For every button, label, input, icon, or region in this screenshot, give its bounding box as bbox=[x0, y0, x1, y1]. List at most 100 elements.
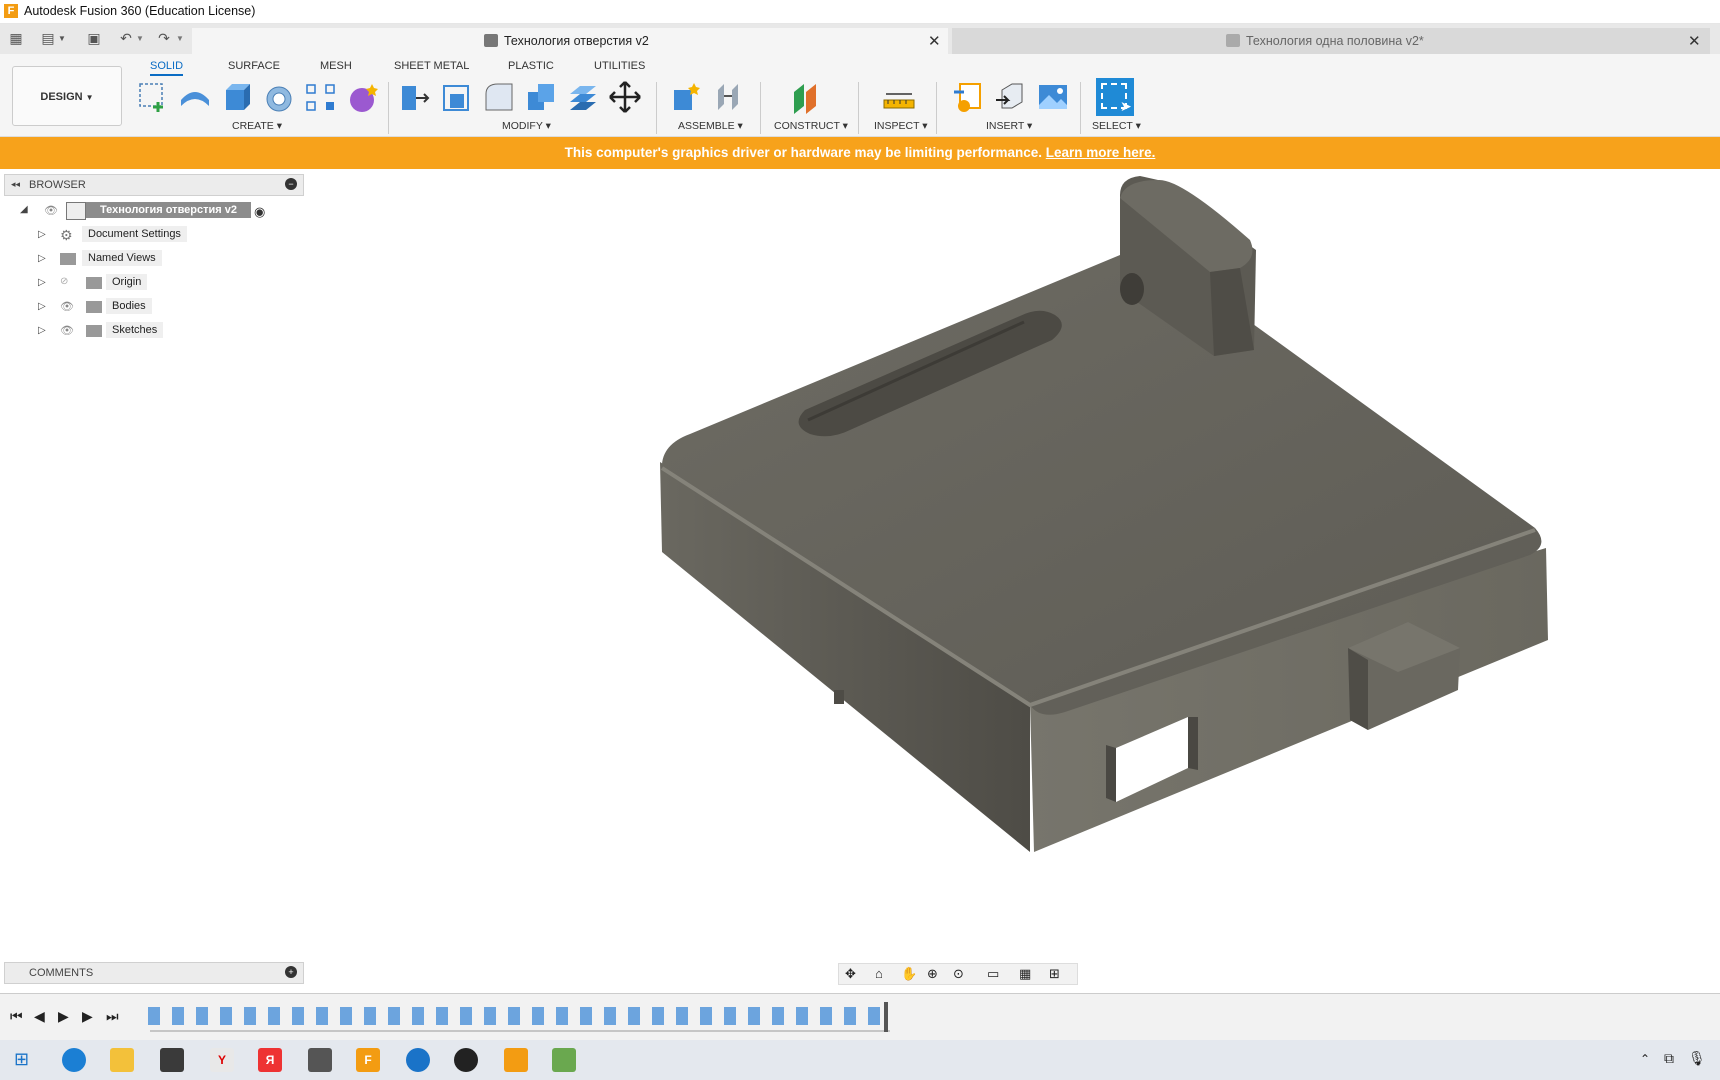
tab-solid[interactable]: SOLID bbox=[150, 60, 184, 76]
grid-settings-icon[interactable]: ▦ bbox=[1019, 966, 1031, 982]
tab-plastic[interactable]: PLASTIC bbox=[508, 60, 554, 72]
measure-icon[interactable] bbox=[882, 80, 916, 114]
redo-icon[interactable]: ↷ bbox=[156, 30, 172, 46]
tab-surface[interactable]: SURFACE bbox=[228, 60, 280, 72]
tab-sheet-metal[interactable]: SHEET METAL bbox=[394, 60, 469, 72]
tree-item-document-settings[interactable]: ▷ ⚙ Document Settings bbox=[38, 226, 238, 246]
expand-triangle-icon[interactable]: ▷ bbox=[38, 325, 46, 336]
file-menu-icon[interactable]: ▤ bbox=[40, 30, 56, 46]
collapse-panel-icon[interactable]: ◂◂ bbox=[11, 179, 20, 190]
tab-active-document[interactable]: Технология отверстия v2 ✕ bbox=[192, 28, 948, 54]
go-to-start-icon[interactable]: ⏮ bbox=[10, 1008, 23, 1025]
browser-root-row[interactable]: ◢ 👁 Технология отверстия v2 ◉ bbox=[18, 202, 278, 222]
look-at-icon[interactable]: ⌂ bbox=[875, 966, 883, 981]
viewports-icon[interactable]: ⊞ bbox=[1049, 966, 1060, 982]
redo-dropdown-chevron-icon[interactable]: ▼ bbox=[176, 34, 184, 43]
group-insert[interactable]: INSERT ▾ bbox=[986, 120, 1032, 132]
group-create[interactable]: CREATE ▾ bbox=[232, 120, 282, 132]
step-back-icon[interactable]: ◀ bbox=[34, 1008, 45, 1025]
undo-icon[interactable]: ↶ bbox=[118, 30, 134, 46]
tree-item-sketches[interactable]: ▷ 👁 Sketches bbox=[38, 322, 238, 342]
create-base-feature-icon[interactable] bbox=[346, 80, 380, 114]
fit-icon[interactable]: ⊙ bbox=[953, 966, 964, 982]
tree-item-bodies[interactable]: ▷ 👁 Bodies bbox=[38, 298, 238, 318]
expand-triangle-icon[interactable]: ◢ bbox=[20, 204, 28, 215]
undo-dropdown-chevron-icon[interactable]: ▼ bbox=[136, 34, 144, 43]
tree-item-origin[interactable]: ▷ ⊘ Origin bbox=[38, 274, 238, 294]
file-dropdown-chevron-icon[interactable]: ▼ bbox=[58, 34, 66, 43]
timeline-features[interactable] bbox=[148, 1007, 888, 1025]
3d-viewport[interactable] bbox=[0, 169, 1720, 992]
pan-hand-icon[interactable]: ✋ bbox=[901, 966, 917, 982]
insert-mesh-icon[interactable] bbox=[994, 80, 1028, 114]
chart-app-icon[interactable] bbox=[552, 1048, 576, 1072]
go-to-end-icon[interactable]: ⏭ bbox=[106, 1008, 119, 1025]
hidden-eye-icon[interactable]: ⊘ bbox=[60, 276, 68, 287]
revolve-icon[interactable] bbox=[262, 80, 296, 114]
fusion360-taskbar-icon[interactable]: F bbox=[356, 1048, 380, 1072]
expand-triangle-icon[interactable]: ▷ bbox=[38, 253, 46, 264]
create-sketch-icon[interactable] bbox=[136, 80, 170, 114]
save-icon[interactable]: ▣ bbox=[86, 30, 102, 46]
tab-utilities[interactable]: UTILITIES bbox=[594, 60, 645, 72]
onedrive-icon[interactable] bbox=[406, 1048, 430, 1072]
new-component-icon[interactable] bbox=[670, 80, 704, 114]
move-copy-icon[interactable] bbox=[608, 80, 642, 114]
browser-panel-header[interactable]: ◂◂ BROWSER − bbox=[4, 174, 304, 196]
insert-derive-icon[interactable] bbox=[952, 80, 986, 114]
yandex-browser-icon[interactable]: Y bbox=[210, 1048, 234, 1072]
mail-icon[interactable] bbox=[160, 1048, 184, 1072]
press-pull-icon[interactable] bbox=[398, 80, 432, 114]
file-explorer-icon[interactable] bbox=[110, 1048, 134, 1072]
add-comment-icon[interactable]: + bbox=[285, 966, 297, 978]
visibility-eye-icon[interactable]: 👁 bbox=[44, 204, 58, 217]
tray-microphone-icon[interactable]: 🎙 bbox=[1688, 1050, 1706, 1067]
fillet-icon[interactable] bbox=[482, 80, 516, 114]
tab-mesh[interactable]: MESH bbox=[320, 60, 352, 72]
offset-face-icon[interactable] bbox=[566, 80, 600, 114]
expand-triangle-icon[interactable]: ▷ bbox=[38, 229, 46, 240]
tab-inactive-document[interactable]: Технология одна половина v2* ✕ bbox=[952, 28, 1710, 54]
joint-icon[interactable] bbox=[712, 80, 746, 114]
activate-radio-icon[interactable]: ◉ bbox=[254, 204, 265, 220]
group-modify[interactable]: MODIFY ▾ bbox=[502, 120, 551, 132]
timeline-marker[interactable] bbox=[884, 1002, 888, 1032]
close-tab-icon[interactable]: ✕ bbox=[928, 32, 941, 50]
calculator-icon[interactable] bbox=[308, 1048, 332, 1072]
offset-plane-icon[interactable] bbox=[790, 80, 824, 114]
expand-triangle-icon[interactable]: ▷ bbox=[38, 277, 46, 288]
group-assemble[interactable]: ASSEMBLE ▾ bbox=[678, 120, 743, 132]
obs-icon[interactable] bbox=[454, 1048, 478, 1072]
app-grid-icon[interactable]: ▦ bbox=[8, 30, 24, 46]
select-tool-icon[interactable]: ➤ bbox=[1096, 78, 1134, 116]
visibility-eye-icon[interactable]: 👁 bbox=[60, 300, 74, 313]
group-select[interactable]: SELECT ▾ bbox=[1092, 120, 1141, 132]
combine-icon[interactable] bbox=[524, 80, 558, 114]
zoom-icon[interactable]: ⊕ bbox=[927, 966, 938, 982]
shell-icon[interactable] bbox=[440, 80, 474, 114]
windows-start-icon[interactable]: ⊞ bbox=[14, 1049, 29, 1070]
comments-panel-header[interactable]: COMMENTS + bbox=[4, 962, 304, 984]
step-forward-icon[interactable]: ▶ bbox=[82, 1008, 93, 1025]
display-settings-icon[interactable]: ▭ bbox=[987, 966, 999, 982]
group-construct[interactable]: CONSTRUCT ▾ bbox=[774, 120, 848, 132]
pdf-app-icon[interactable] bbox=[504, 1048, 528, 1072]
learn-more-link[interactable]: Learn more here. bbox=[1046, 145, 1156, 160]
model-render[interactable] bbox=[0, 169, 1720, 992]
pattern-icon[interactable] bbox=[304, 80, 338, 114]
expand-triangle-icon[interactable]: ▷ bbox=[38, 301, 46, 312]
minimize-panel-icon[interactable]: − bbox=[285, 178, 297, 190]
create-form-icon[interactable] bbox=[178, 80, 212, 114]
workspace-switcher-button[interactable]: DESIGN ▼ bbox=[12, 66, 122, 126]
tray-chevron-up-icon[interactable]: ⌃ bbox=[1640, 1052, 1650, 1066]
yandex-icon[interactable]: Я bbox=[258, 1048, 282, 1072]
extrude-icon[interactable] bbox=[220, 80, 254, 114]
insert-canvas-icon[interactable] bbox=[1036, 80, 1070, 114]
tree-item-named-views[interactable]: ▷ Named Views bbox=[38, 250, 238, 270]
group-inspect[interactable]: INSPECT ▾ bbox=[874, 120, 928, 132]
close-tab-icon[interactable]: ✕ bbox=[1688, 32, 1701, 50]
edge-browser-icon[interactable] bbox=[62, 1048, 86, 1072]
visibility-eye-icon[interactable]: 👁 bbox=[60, 324, 74, 337]
play-icon[interactable]: ▶ bbox=[58, 1008, 69, 1025]
tray-camera-icon[interactable]: ⧉ bbox=[1664, 1050, 1674, 1067]
